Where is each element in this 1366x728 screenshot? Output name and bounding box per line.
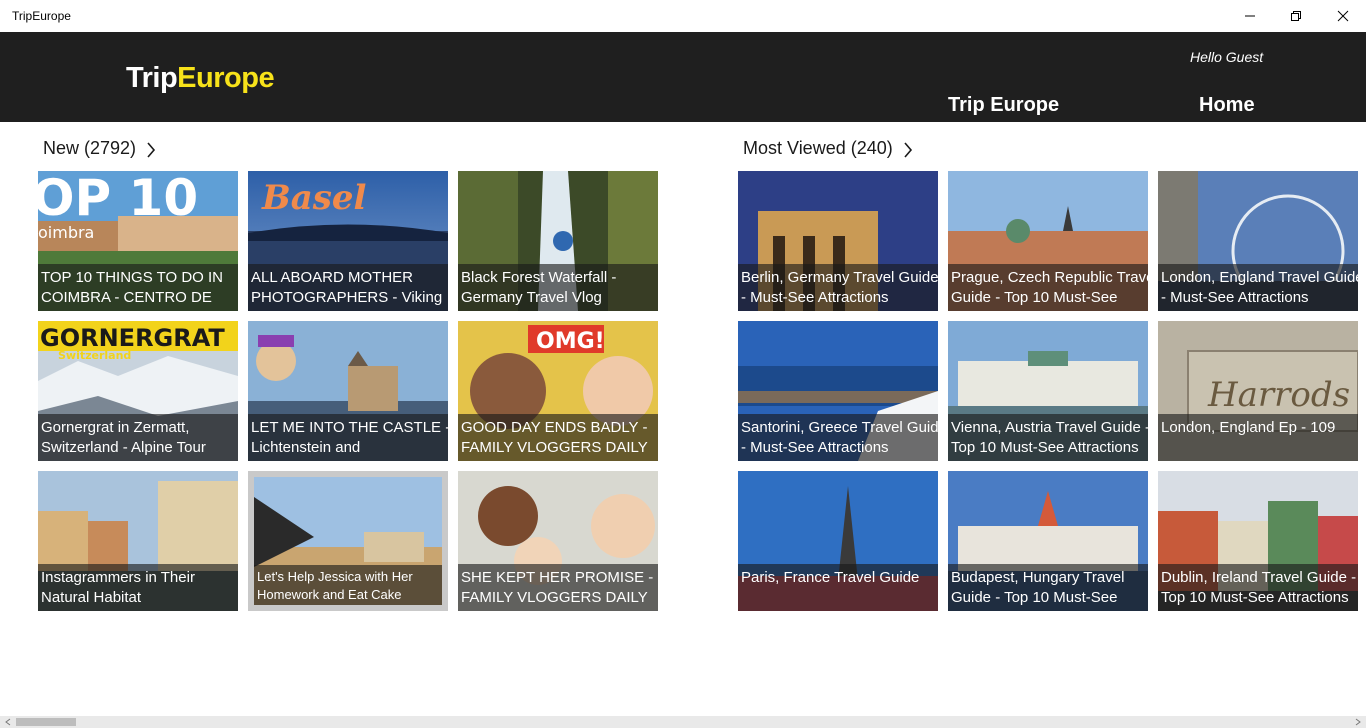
video-tile[interactable]: Basel ALL ABOARD MOTHER PHOTOGRAPHERS - V… xyxy=(248,171,448,311)
section-title: New (2792) xyxy=(43,137,137,158)
logo-text-europe: Europe xyxy=(177,62,275,94)
window-titlebar: TripEurope xyxy=(0,0,1366,32)
svg-text:Basel: Basel xyxy=(261,178,367,218)
video-tile[interactable]: Berlin, Germany Travel Guide - Must-See A… xyxy=(738,171,938,311)
tile-caption: ALL ABOARD MOTHER PHOTOGRAPHERS - Viking xyxy=(248,264,448,311)
logo-text-trip: Trip xyxy=(126,62,178,94)
tile-caption: Vienna, Austria Travel Guide - Top 10 Mus… xyxy=(948,414,1148,461)
nav-link-home[interactable]: Home xyxy=(1199,94,1255,117)
close-button[interactable] xyxy=(1320,0,1366,32)
video-tile[interactable]: London, England Travel Guide - Must-See A… xyxy=(1158,171,1358,311)
svg-text:GORNERGRAT: GORNERGRAT xyxy=(40,324,225,352)
tile-caption: Paris, France Travel Guide xyxy=(738,564,938,611)
video-tile[interactable]: Harrods London, England Ep - 109 xyxy=(1158,321,1358,461)
video-tile[interactable]: Let's Help Jessica with Her Homework and … xyxy=(248,471,448,611)
scroll-right-icon xyxy=(1355,718,1361,726)
video-tile[interactable]: Paris, France Travel Guide xyxy=(738,471,938,611)
video-tile[interactable]: LET ME INTO THE CASTLE - Lichtenstein and xyxy=(248,321,448,461)
video-tile[interactable]: OMG! GOOD DAY ENDS BADLY - FAMILY VLOGGER… xyxy=(458,321,658,461)
video-tile[interactable]: Santorini, Greece Travel Guide - Must-See… xyxy=(738,321,938,461)
video-tile[interactable]: OP 10 oimbra TOP 10 THINGS TO DO IN COIMB… xyxy=(38,171,238,311)
tile-caption: Dublin, Ireland Travel Guide - Top 10 Mus… xyxy=(1158,564,1358,611)
svg-text:oimbra: oimbra xyxy=(38,223,94,242)
svg-text:Harrods: Harrods xyxy=(1207,375,1350,415)
chevron-right-icon xyxy=(904,141,912,158)
horizontal-scrollbar[interactable] xyxy=(0,716,1366,728)
tile-caption: Santorini, Greece Travel Guide - Must-See… xyxy=(738,414,938,461)
tile-caption: Prague, Czech Republic Travel Guide - Top… xyxy=(948,264,1148,311)
video-tile[interactable]: Black Forest Waterfall - Germany Travel V… xyxy=(458,171,658,311)
scroll-left-icon xyxy=(5,718,11,726)
tile-caption: LET ME INTO THE CASTLE - Lichtenstein and xyxy=(248,414,448,461)
app-logo[interactable]: TripEurope xyxy=(126,61,275,95)
tile-caption: Gornergrat in Zermatt, Switzerland - Alpi… xyxy=(38,414,238,461)
chevron-right-icon xyxy=(147,141,156,158)
section-header-new[interactable]: New (2792) xyxy=(43,136,156,160)
minimize-button[interactable] xyxy=(1227,0,1273,32)
svg-text:OMG!: OMG! xyxy=(536,329,605,354)
tile-caption: Instagrammers in Their Natural Habitat xyxy=(38,564,238,611)
app-header: TripEurope Hello Guest Trip Europe Home xyxy=(0,32,1366,122)
tile-caption: Black Forest Waterfall - Germany Travel V… xyxy=(458,264,658,311)
svg-text:Switzerland: Switzerland xyxy=(58,349,131,362)
video-tile[interactable]: Budapest, Hungary Travel Guide - Top 10 M… xyxy=(948,471,1148,611)
user-greeting: Hello Guest xyxy=(1190,49,1264,65)
tile-caption: London, England Ep - 109 xyxy=(1158,414,1358,461)
minimize-icon xyxy=(1245,15,1255,17)
svg-text:OP 10: OP 10 xyxy=(38,171,198,227)
video-tile[interactable]: Instagrammers in Their Natural Habitat xyxy=(38,471,238,611)
tile-caption: GOOD DAY ENDS BADLY - FAMILY VLOGGERS DAI… xyxy=(458,414,658,461)
video-tile[interactable]: Dublin, Ireland Travel Guide - Top 10 Mus… xyxy=(1158,471,1358,611)
section-title: Most Viewed (240) xyxy=(743,137,893,158)
restore-icon xyxy=(1291,11,1301,21)
window-title: TripEurope xyxy=(12,9,71,23)
tile-caption: Berlin, Germany Travel Guide - Must-See A… xyxy=(738,264,938,311)
tile-caption: SHE KEPT HER PROMISE - FAMILY VLOGGERS DA… xyxy=(458,564,658,611)
video-tile[interactable]: Prague, Czech Republic Travel Guide - Top… xyxy=(948,171,1148,311)
tile-caption: TOP 10 THINGS TO DO IN COIMBRA - CENTRO D… xyxy=(38,264,238,311)
scrollbar-thumb[interactable] xyxy=(16,718,76,726)
tile-caption: London, England Travel Guide - Must-See A… xyxy=(1158,264,1358,311)
video-tile[interactable]: Vienna, Austria Travel Guide - Top 10 Mus… xyxy=(948,321,1148,461)
tile-caption: Let's Help Jessica with Her Homework and … xyxy=(254,565,442,605)
nav-link-trip-europe[interactable]: Trip Europe xyxy=(948,94,1059,117)
video-tile[interactable]: GORNERGRAT Switzerland Gornergrat in Zer… xyxy=(38,321,238,461)
restore-button[interactable] xyxy=(1273,0,1319,32)
close-icon xyxy=(1337,10,1349,22)
video-tile[interactable]: SHE KEPT HER PROMISE - FAMILY VLOGGERS DA… xyxy=(458,471,658,611)
section-header-most-viewed[interactable]: Most Viewed (240) xyxy=(743,136,913,160)
tile-caption: Budapest, Hungary Travel Guide - Top 10 M… xyxy=(948,564,1148,611)
